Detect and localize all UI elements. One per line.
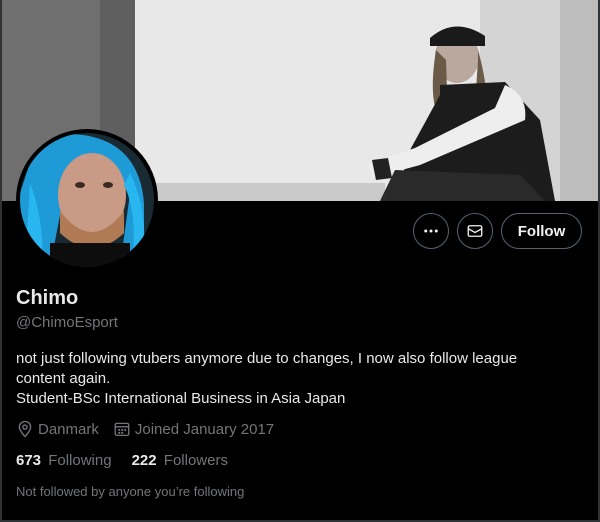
location: Danmark (16, 420, 99, 438)
following-link[interactable]: 673 Following (16, 452, 112, 469)
message-button[interactable] (457, 213, 493, 249)
following-count: 673 (16, 452, 42, 469)
calendar-icon (114, 422, 130, 437)
location-text: Danmark (38, 420, 99, 438)
followers-count: 222 (131, 452, 157, 469)
follow-button[interactable]: Follow (501, 213, 582, 249)
follow-stats: 673 Following 222 Followers (16, 452, 248, 469)
envelope-icon (467, 225, 483, 237)
location-pin-icon (18, 420, 32, 438)
user-handle: @ChimoEsport (16, 314, 118, 331)
followers-label: Followers (163, 452, 228, 469)
profile-meta: Danmark Joined January 2017 (16, 420, 288, 438)
more-horizontal-icon (424, 229, 438, 233)
bio-line: content again. (16, 370, 111, 387)
display-name: Chimo (16, 287, 79, 309)
following-label: Following (48, 452, 112, 469)
profile-avatar[interactable] (16, 129, 158, 271)
join-date: Joined January 2017 (113, 420, 274, 438)
join-date-text: Joined January 2017 (134, 420, 275, 438)
social-context: Not followed by anyone you’re following (16, 484, 245, 499)
bio-line: Student-BSc International Business in As… (16, 390, 346, 407)
profile-bio: not just following vtubers anymore due t… (16, 349, 576, 409)
bio-line: not just following vtubers anymore due t… (16, 350, 518, 367)
avatar-image (20, 133, 154, 267)
followers-link[interactable]: 222 Followers (132, 452, 228, 469)
more-button[interactable] (413, 213, 449, 249)
